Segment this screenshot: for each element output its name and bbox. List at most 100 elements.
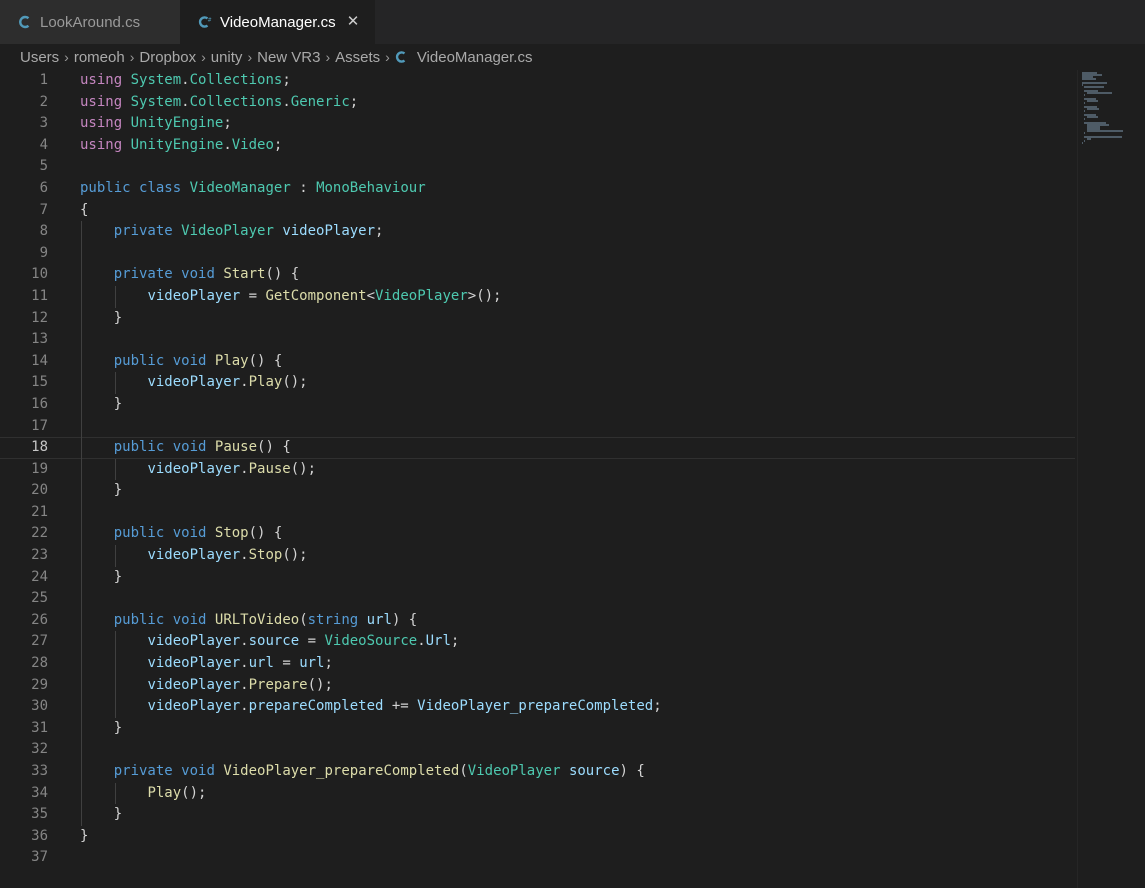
line-number: 33 <box>31 763 48 779</box>
code-line[interactable]: 2 using System.Collections.Generic; <box>0 92 1075 114</box>
breadcrumb-item[interactable]: New VR3 <box>257 49 320 66</box>
line-number: 17 <box>31 417 48 434</box>
code-line[interactable]: 4 using UnityEngine.Video; <box>0 135 1075 157</box>
minimap[interactable] <box>1077 70 1145 888</box>
code-line[interactable]: 34 Play(); <box>0 782 1075 805</box>
code-line[interactable]: 7{ <box>0 200 1075 222</box>
breadcrumb-item[interactable]: Assets <box>335 49 380 66</box>
code-line[interactable]: 11 videoPlayer = GetComponent<VideoPlaye… <box>0 285 1075 308</box>
tab-lookaround[interactable]: LookAround.cs <box>0 0 180 44</box>
minimap-line <box>1082 82 1107 84</box>
code-line[interactable]: 26 public void URLToVideo(string url) { <box>0 609 1075 632</box>
breadcrumb-item[interactable]: VideoManager.cs <box>417 49 533 66</box>
code-token: System <box>130 72 182 88</box>
code-line[interactable]: 21 <box>0 501 1075 524</box>
code-line[interactable]: 37 <box>0 847 1075 869</box>
code-text: } <box>80 718 122 740</box>
code-text: videoPlayer.prepareCompleted += VideoPla… <box>80 696 662 718</box>
code-token: private <box>113 763 173 779</box>
code-line[interactable]: 6 public class VideoManager : MonoBehavio… <box>0 178 1075 200</box>
code-token: () { <box>248 525 283 542</box>
code-line[interactable]: 20 } <box>0 480 1075 502</box>
minimap-line <box>1084 86 1104 88</box>
code-line[interactable]: 15 videoPlayer.Play(); <box>0 372 1075 394</box>
minimap-line <box>1082 78 1097 80</box>
code-token: ; <box>653 698 662 715</box>
code-line[interactable]: 29 videoPlayer.Prepare(); <box>0 674 1075 697</box>
code-token: ; <box>450 633 460 650</box>
code-token: Generic <box>290 93 350 110</box>
code-token: class <box>139 179 182 196</box>
code-token: (); <box>290 460 317 477</box>
code-line[interactable]: 12 } <box>0 307 1075 330</box>
close-icon[interactable]: ✕ <box>345 14 361 30</box>
code-token: . <box>181 93 190 110</box>
breadcrumb-item[interactable]: romeoh <box>74 49 125 66</box>
code-line[interactable]: 5 <box>0 156 1075 178</box>
code-line[interactable]: 35 } <box>0 804 1075 826</box>
line-number: 12 <box>31 309 48 326</box>
code-token: Collections <box>189 93 283 110</box>
minimap-line <box>1086 100 1099 102</box>
code-token: public <box>113 611 165 628</box>
code-line[interactable]: 31 } <box>0 717 1075 740</box>
code-line[interactable]: 22 public void Stop() { <box>0 523 1075 546</box>
line-number: 5 <box>39 158 48 175</box>
code-line[interactable]: 23 videoPlayer.Stop(); <box>0 545 1075 567</box>
code-line[interactable]: 13 <box>0 329 1075 351</box>
code-token: ; <box>349 93 359 110</box>
breadcrumb-item[interactable]: Dropbox <box>139 49 196 66</box>
code-token: URLToVideo <box>214 611 300 628</box>
line-number: 35 <box>31 806 48 823</box>
code-editor[interactable]: 1 using System.Collections; 2 using System.… <box>0 70 1075 888</box>
code-line[interactable]: 9 <box>0 242 1075 265</box>
code-line[interactable]: 33 private void VideoPlayer_prepareCompl… <box>0 761 1075 783</box>
line-number: 24 <box>31 568 48 585</box>
code-token: videoPlayer <box>147 655 241 672</box>
code-token: . <box>223 136 232 153</box>
code-line[interactable]: 30 videoPlayer.prepareCompleted += Video… <box>0 696 1075 718</box>
code-line[interactable]: 16 } <box>0 393 1075 416</box>
breadcrumb-item[interactable]: unity <box>211 49 243 66</box>
indent-guide <box>81 501 82 524</box>
code-line[interactable]: 36} <box>0 826 1075 848</box>
code-token: url <box>299 655 325 672</box>
line-number: 4 <box>39 136 48 153</box>
code-token: UnityEngine <box>130 115 224 132</box>
svg-text:#: # <box>208 18 212 24</box>
code-line[interactable]: 17 <box>0 415 1075 438</box>
code-line[interactable]: 19 videoPlayer.Pause(); <box>0 458 1075 481</box>
code-line[interactable]: 25 <box>0 588 1075 610</box>
chevron-right-icon: › <box>385 49 390 65</box>
code-line[interactable]: 27 videoPlayer.source = VideoSource.Url; <box>0 631 1075 654</box>
line-number: 13 <box>31 331 48 348</box>
line-number: 37 <box>31 849 48 866</box>
code-line[interactable]: 14 public void Play() { <box>0 350 1075 373</box>
line-number: 15 <box>31 374 48 391</box>
code-token: void <box>172 439 207 456</box>
code-token: System <box>130 93 182 110</box>
breadcrumb-item[interactable]: Users <box>20 49 59 66</box>
chevron-right-icon: › <box>247 49 253 65</box>
code-token: Stop <box>214 525 249 542</box>
code-line[interactable]: 8 private VideoPlayer videoPlayer; <box>0 221 1075 243</box>
code-line[interactable]: 10 private void Start() { <box>0 264 1075 286</box>
code-line[interactable]: 1 using System.Collections; <box>0 70 1075 92</box>
code-token: Prepare <box>248 676 308 693</box>
minimap-line <box>1086 108 1099 110</box>
code-token: GetComponent <box>265 287 367 304</box>
code-line[interactable]: 28 videoPlayer.url = url; <box>0 653 1075 675</box>
code-line[interactable]: 18 public void Pause() { <box>0 437 1075 459</box>
tab-videomanager[interactable]: # VideoManager.cs ✕ <box>180 0 375 44</box>
code-line[interactable]: 32 <box>0 739 1075 761</box>
code-line[interactable]: 24 } <box>0 566 1075 589</box>
minimap-line <box>1086 92 1112 94</box>
code-line[interactable]: 3 using UnityEngine; <box>0 113 1075 135</box>
